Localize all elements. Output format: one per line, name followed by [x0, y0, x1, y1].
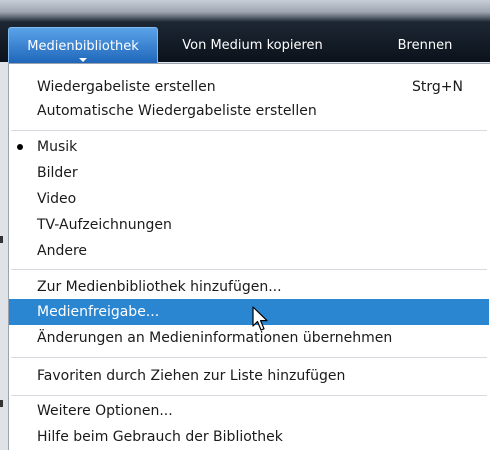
- menu-item-label: Änderungen an Medieninformationen überne…: [37, 330, 393, 346]
- menu-item-label: Hilfe beim Gebrauch der Bibliothek: [37, 429, 283, 445]
- background-edge: [0, 400, 3, 407]
- menu-item-bilder[interactable]: Bilder: [9, 160, 489, 186]
- menu-item-label: Weitere Optionen...: [37, 403, 173, 419]
- menu-item-medienfreigabe[interactable]: Medienfreigabe...: [9, 299, 489, 325]
- menu-item-label: Video: [37, 191, 77, 207]
- menu-separator: [11, 357, 487, 358]
- caret-down-icon: [79, 58, 87, 62]
- menu-item-weitere-optionen[interactable]: Weitere Optionen...: [9, 398, 489, 424]
- menu-item-label: Bilder: [37, 165, 78, 181]
- menu-item-label: Wiedergabeliste erstellen: [37, 79, 216, 95]
- radio-bullet-icon: [17, 144, 23, 150]
- tab-brennen[interactable]: Brennen: [360, 27, 490, 65]
- menu-item-zur-medienbibliothek-hinzufuegen[interactable]: Zur Medienbibliothek hinzufügen...: [9, 274, 489, 300]
- tab-medienbibliothek[interactable]: Medienbibliothek: [8, 27, 158, 65]
- tab-label: Medienbibliothek: [27, 39, 139, 54]
- menu-item-musik[interactable]: Musik: [9, 134, 489, 160]
- menu-item-label: Musik: [37, 139, 78, 155]
- tab-von-medium-kopieren[interactable]: Von Medium kopieren: [170, 27, 335, 65]
- menu-item-wiedergabeliste-erstellen[interactable]: Wiedergabeliste erstellen Strg+N: [9, 74, 489, 100]
- menu-item-label: Favoriten durch Ziehen zur Liste hinzufü…: [37, 368, 346, 384]
- menu-separator: [11, 269, 487, 270]
- menu-item-aenderungen-uebernehmen[interactable]: Änderungen an Medieninformationen überne…: [9, 325, 489, 351]
- menu-item-video[interactable]: Video: [9, 186, 489, 212]
- menu-item-label: TV-Aufzeichnungen: [37, 217, 172, 233]
- menu-item-shortcut: Strg+N: [412, 79, 463, 95]
- menu-item-auto-wiedergabeliste[interactable]: Automatische Wiedergabeliste erstellen: [9, 98, 489, 124]
- menu-item-label: Andere: [37, 243, 88, 259]
- background-edge: [0, 236, 3, 243]
- menu-item-label: Automatische Wiedergabeliste erstellen: [37, 103, 317, 119]
- dropdown-menu: Wiedergabeliste erstellen Strg+N Automat…: [8, 63, 490, 450]
- tab-label: Von Medium kopieren: [182, 38, 323, 53]
- menu-item-label: Medienfreigabe...: [37, 304, 160, 320]
- menu-item-label: Zur Medienbibliothek hinzufügen...: [37, 279, 282, 295]
- tab-label: Brennen: [397, 38, 453, 53]
- menu-item-favoriten-ziehen[interactable]: Favoriten durch Ziehen zur Liste hinzufü…: [9, 363, 489, 389]
- menu-item-andere[interactable]: Andere: [9, 238, 489, 264]
- menu-item-hilfe[interactable]: Hilfe beim Gebrauch der Bibliothek: [9, 424, 489, 450]
- menu-separator: [11, 395, 487, 396]
- mouse-pointer-icon: [252, 306, 268, 331]
- toolbar: Medienbibliothek Von Medium kopieren Bre…: [0, 0, 490, 65]
- menu-item-tv-aufzeichnungen[interactable]: TV-Aufzeichnungen: [9, 212, 489, 238]
- menu-separator: [11, 130, 487, 131]
